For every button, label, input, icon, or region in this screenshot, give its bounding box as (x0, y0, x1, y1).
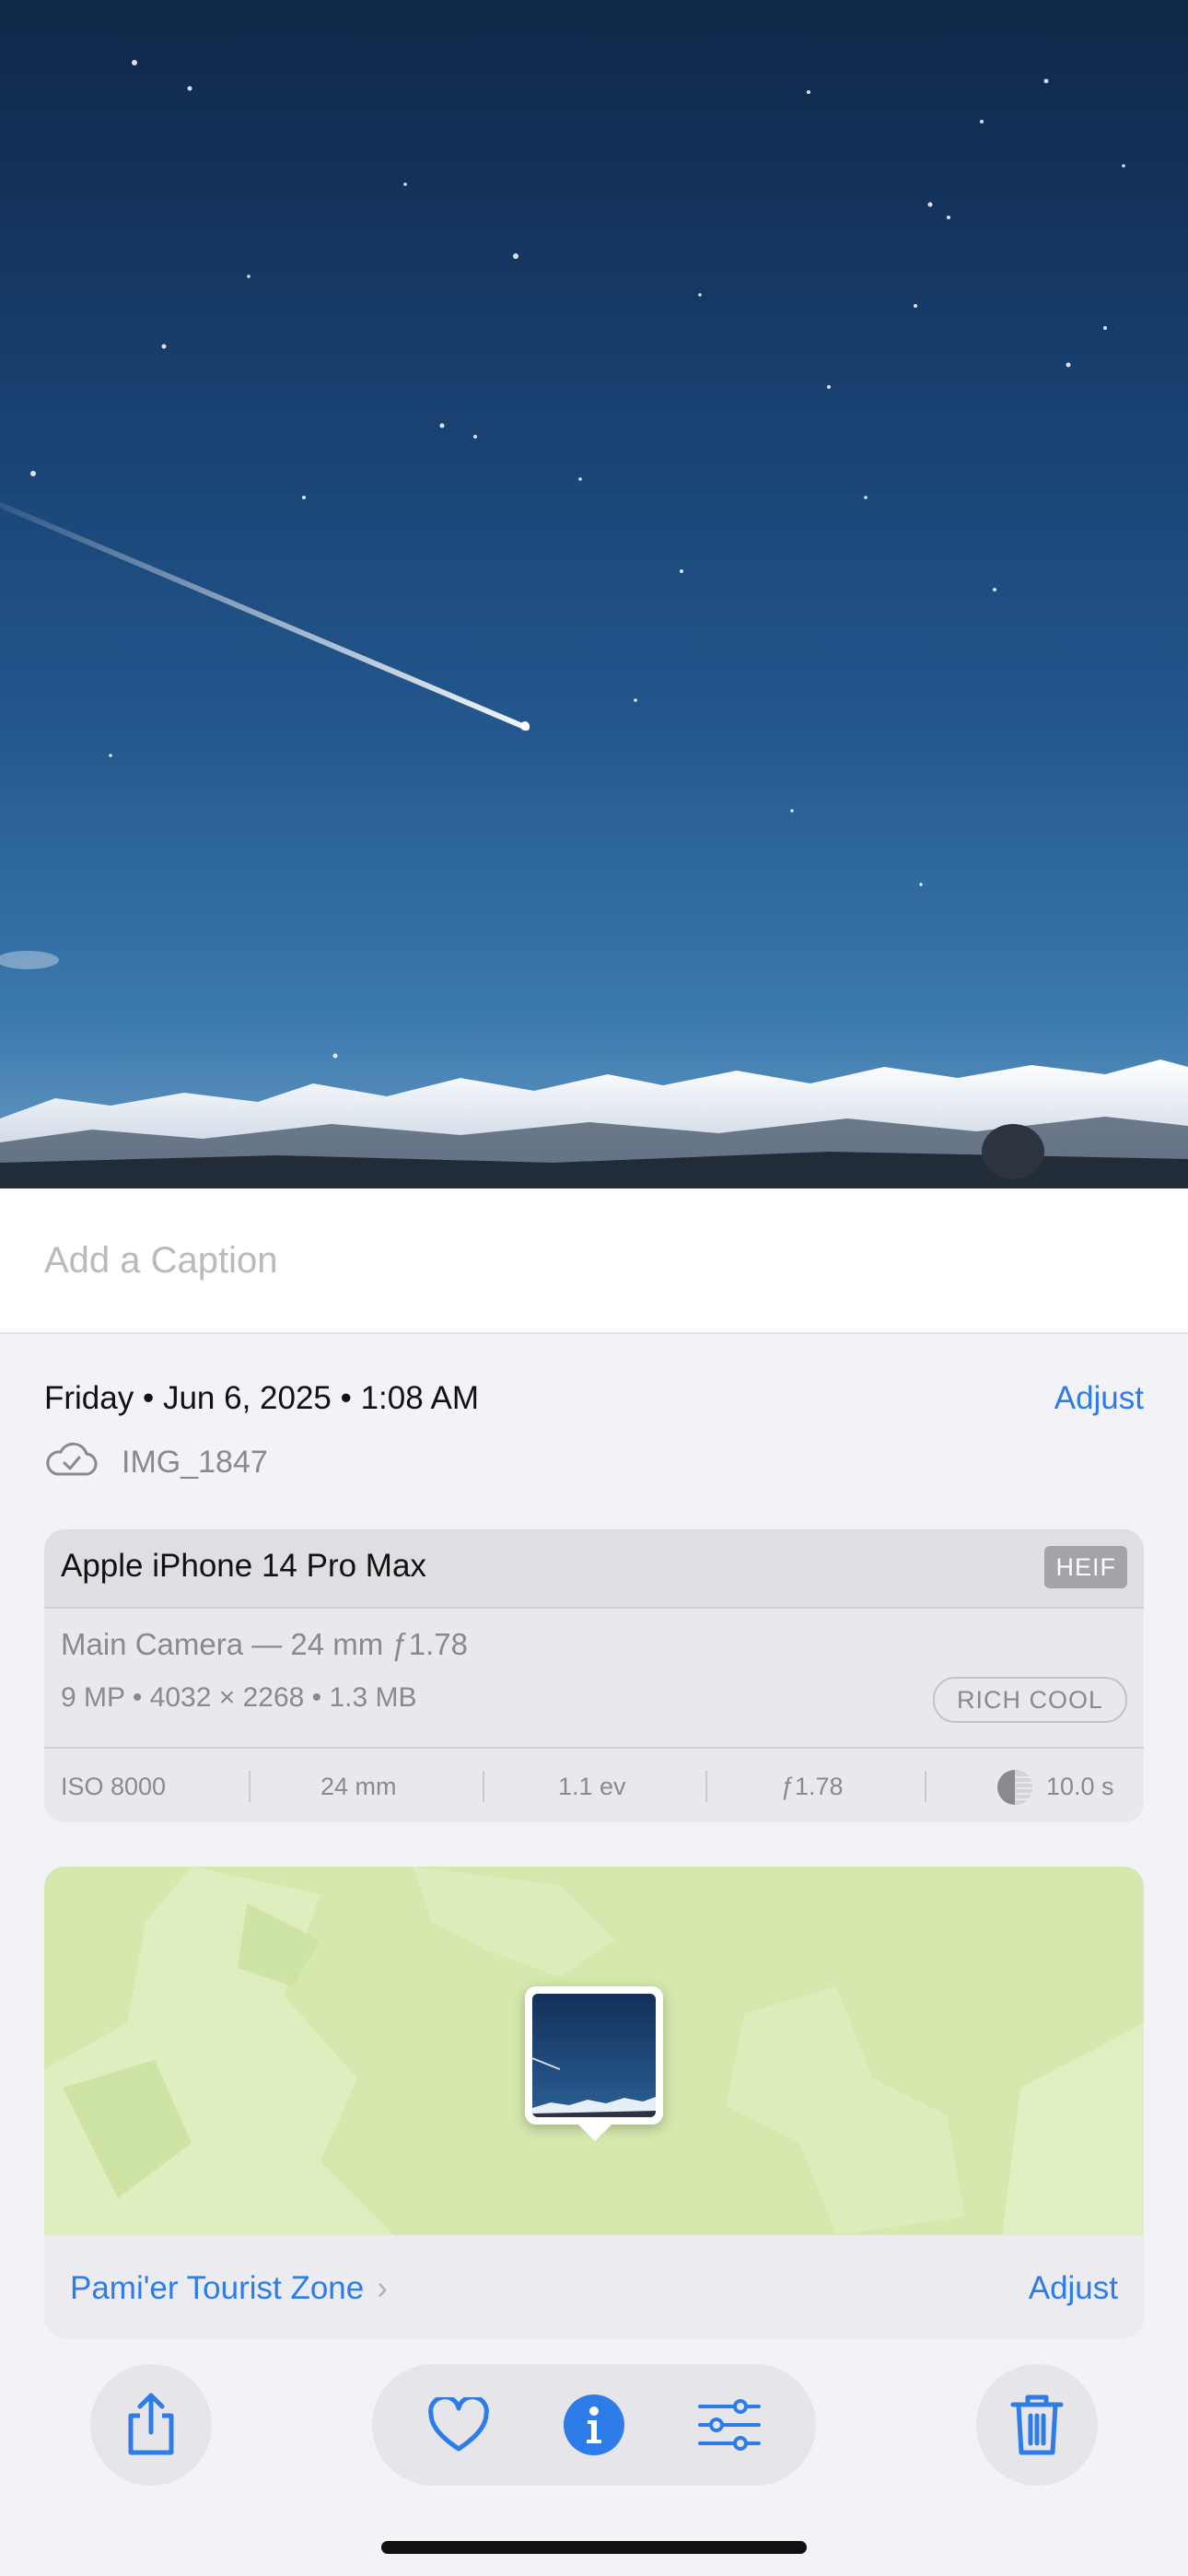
format-badge: HEIF (1044, 1546, 1127, 1588)
iso-value: ISO 8000 (61, 1773, 167, 1800)
share-button[interactable] (90, 2364, 212, 2486)
info-button[interactable] (552, 2383, 636, 2467)
chevron-right-icon: › (377, 2270, 388, 2306)
photo-thumbnail (532, 1994, 656, 2117)
adjust-date-button[interactable]: Adjust (1054, 1380, 1144, 1417)
action-pill (372, 2364, 816, 2486)
divider (925, 1771, 926, 1802)
aperture-value: ƒ1.78 (781, 1773, 844, 1800)
delete-button[interactable] (976, 2364, 1098, 2486)
caption-field[interactable]: Add a Caption (0, 1188, 1188, 1334)
exif-params-row: ISO 8000 24 mm 1.1 ev ƒ1.78 10.0 s (44, 1747, 1144, 1822)
date-row: Friday • Jun 6, 2025 • 1:08 AM Adjust (44, 1380, 1144, 1426)
edit-button[interactable] (687, 2383, 772, 2467)
image-specs: 9 MP • 4032 × 2268 • 1.3 MB (61, 1682, 417, 1713)
photographic-style-badge: RICH COOL (932, 1677, 1127, 1723)
exposure-value: 1.1 ev (558, 1773, 626, 1800)
share-icon (128, 2393, 174, 2455)
divider (249, 1771, 250, 1802)
shutter-speed-value: 10.0 s (1046, 1773, 1114, 1800)
sliders-icon (698, 2399, 761, 2451)
location-name[interactable]: Pami'er Tourist Zone (70, 2270, 364, 2306)
pin-pointer (575, 2121, 615, 2141)
icloud-checkmark-icon (46, 1442, 98, 1476)
location-map[interactable] (44, 1867, 1144, 2235)
device-name: Apple iPhone 14 Pro Max (61, 1548, 426, 1584)
shutter-speed-icon (997, 1770, 1032, 1805)
location-link[interactable]: Pami'er Tourist Zone › (70, 2270, 388, 2307)
photo-location-pin[interactable] (525, 1986, 663, 2125)
home-indicator[interactable] (381, 2541, 807, 2554)
photo-view[interactable] (0, 0, 1188, 1188)
exif-card: Apple iPhone 14 Pro Max HEIF Main Camera… (44, 1529, 1144, 1822)
focal-length-value: 24 mm (320, 1773, 397, 1800)
photo-date: Friday • Jun 6, 2025 • 1:08 AM (44, 1380, 479, 1416)
trash-icon (1010, 2395, 1064, 2455)
divider (483, 1771, 484, 1802)
favorite-button[interactable] (416, 2383, 501, 2467)
exif-header: Apple iPhone 14 Pro Max HEIF (44, 1529, 1144, 1609)
bottom-toolbar (0, 2359, 1188, 2488)
adjust-location-button[interactable]: Adjust (1029, 2270, 1118, 2307)
info-icon (564, 2395, 624, 2455)
map-card[interactable]: Pami'er Tourist Zone › Adjust (44, 1867, 1144, 2338)
lens-info: Main Camera — 24 mm ƒ1.78 (61, 1627, 469, 1661)
caption-placeholder[interactable]: Add a Caption (44, 1240, 278, 1282)
file-name: IMG_1847 (122, 1445, 268, 1480)
divider (705, 1771, 707, 1802)
heart-icon (428, 2397, 489, 2452)
night-sky-photo (0, 60, 1188, 1188)
